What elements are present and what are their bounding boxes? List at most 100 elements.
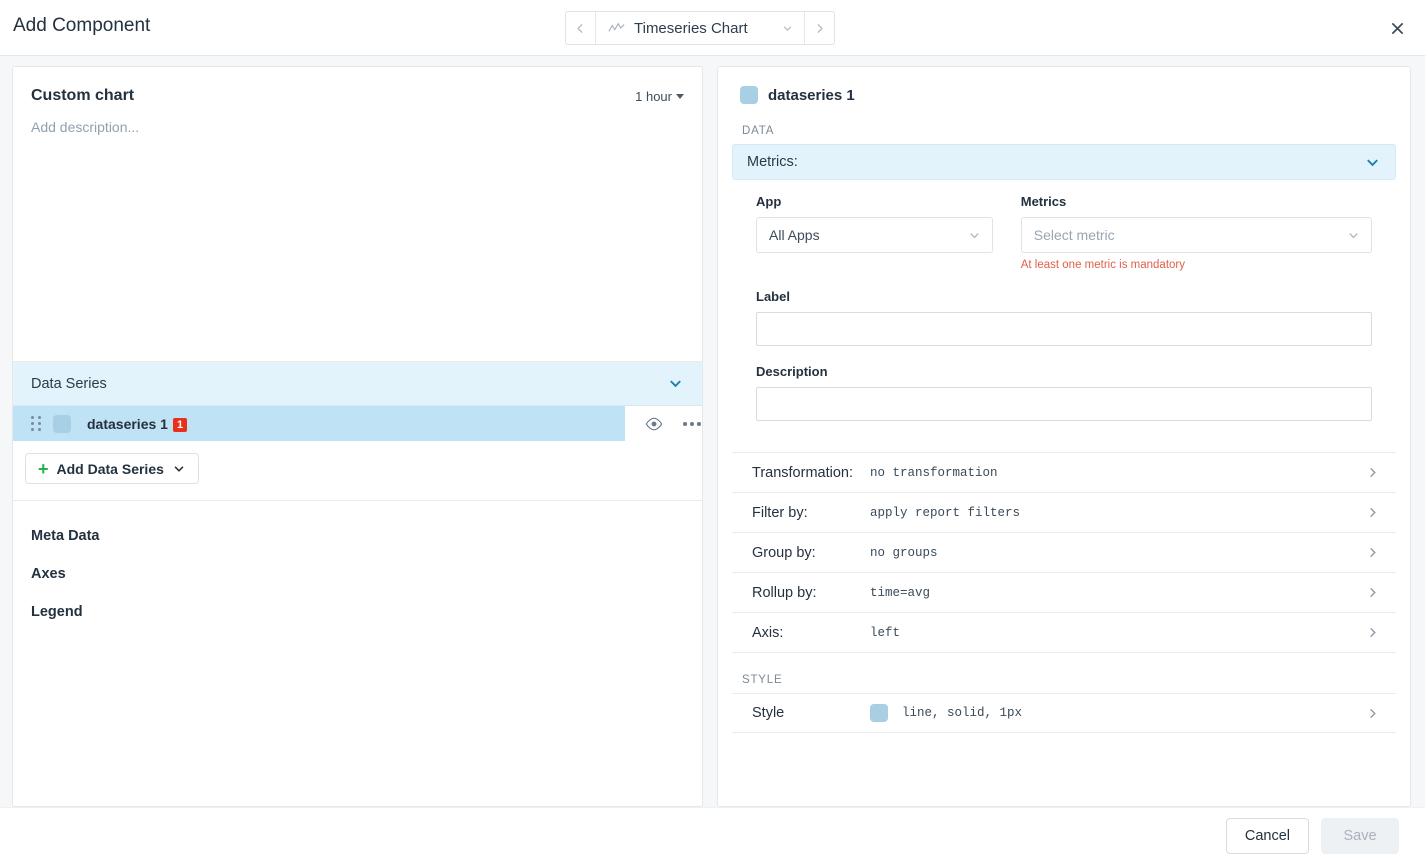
property-row-group-by[interactable]: Group by: no groups xyxy=(732,533,1396,573)
style-row[interactable]: Style line, solid, 1px xyxy=(732,693,1396,733)
more-options-icon[interactable] xyxy=(683,421,701,426)
metric-validation-message: At least one metric is mandatory xyxy=(1020,259,1185,271)
series-color-swatch[interactable] xyxy=(53,414,71,433)
chevron-right-icon xyxy=(1370,467,1376,478)
left-panel: Custom chart 1 hour Add description... D… xyxy=(12,66,703,807)
app-field: App All Apps xyxy=(756,194,993,271)
property-row-rollup-by[interactable]: Rollup by: time=avg xyxy=(732,573,1396,613)
label-field-label: Label xyxy=(756,289,790,304)
property-value: no transformation xyxy=(870,465,998,480)
chevron-down-icon xyxy=(676,94,684,99)
data-series-item-actions xyxy=(645,415,701,433)
next-chart-type-button[interactable] xyxy=(804,12,834,44)
metric-select-placeholder: Select metric xyxy=(1033,227,1115,243)
metric-select[interactable]: Select metric xyxy=(1020,217,1372,253)
chart-title: Custom chart xyxy=(31,87,135,104)
sidebar-item-meta-data[interactable]: Meta Data xyxy=(13,517,702,555)
save-button[interactable]: Save xyxy=(1321,817,1399,854)
time-range-selector[interactable]: 1 hour xyxy=(635,89,684,104)
property-key: Group by: xyxy=(752,544,816,561)
metrics-accordion-header[interactable]: Metrics: xyxy=(732,144,1396,180)
metric-field: Metrics Select metric At least one metri… xyxy=(1020,194,1372,271)
chevron-down-icon xyxy=(1367,158,1378,166)
label-input[interactable] xyxy=(756,312,1372,346)
description-input[interactable] xyxy=(756,387,1372,421)
cancel-button[interactable]: Cancel xyxy=(1225,817,1309,854)
metrics-panel: App All Apps Metrics Select metric At le… xyxy=(732,180,1396,421)
chart-description-input[interactable]: Add description... xyxy=(31,119,684,135)
app-select-value: All Apps xyxy=(769,227,820,243)
chevron-down-icon xyxy=(783,25,792,31)
plus-icon: + xyxy=(38,458,49,479)
titlebar: Add Component Timeseries Chart xyxy=(0,0,1425,56)
app-field-label: App xyxy=(756,194,782,209)
series-color-swatch[interactable] xyxy=(740,86,758,104)
property-key: Filter by: xyxy=(752,504,808,521)
app-metric-row: App All Apps Metrics Select metric At le… xyxy=(756,194,1372,271)
style-value: line, solid, 1px xyxy=(902,706,1023,720)
detail-header: dataseries 1 xyxy=(740,86,1396,104)
time-range-label: 1 hour xyxy=(635,89,672,104)
left-nav-list: Meta Data Axes Legend xyxy=(13,501,702,631)
add-data-series-label: Add Data Series xyxy=(56,460,164,477)
chevron-down-icon xyxy=(1349,232,1358,238)
add-data-series-button[interactable]: + Add Data Series xyxy=(25,453,199,484)
timeseries-chart-icon xyxy=(608,22,625,32)
style-color-swatch[interactable] xyxy=(870,704,888,722)
data-series-section: Data Series dataseries 11 + Add Data Ser… xyxy=(13,362,702,501)
description-field-label: Description xyxy=(756,364,828,379)
data-series-header-label: Data Series xyxy=(31,375,107,392)
close-icon xyxy=(1391,22,1403,34)
data-series-item-selected[interactable]: dataseries 11 xyxy=(13,406,625,441)
metrics-accordion-label: Metrics: xyxy=(747,154,798,170)
property-value: left xyxy=(870,625,901,640)
detail-title: dataseries 1 xyxy=(768,86,855,104)
data-series-list: dataseries 11 xyxy=(13,406,702,441)
dialog-footer: Cancel Save xyxy=(0,807,1425,863)
property-value: apply report filters xyxy=(870,505,1021,520)
chevron-right-icon xyxy=(817,23,823,33)
property-key: Rollup by: xyxy=(752,584,817,601)
property-value: time=avg xyxy=(870,585,931,600)
style-section-label: STYLE xyxy=(742,674,783,686)
chevron-left-icon xyxy=(577,23,583,33)
data-series-item-label: dataseries 11 xyxy=(87,416,188,432)
drag-handle-icon[interactable] xyxy=(25,416,47,431)
chevron-right-icon xyxy=(1370,627,1376,638)
app-select[interactable]: All Apps xyxy=(756,217,993,253)
properties-list: Transformation: no transformation Filter… xyxy=(732,452,1396,653)
chart-type-switcher[interactable]: Timeseries Chart xyxy=(565,11,835,45)
chevron-right-icon xyxy=(1370,708,1376,718)
sidebar-item-legend[interactable]: Legend xyxy=(13,593,702,631)
eye-icon[interactable] xyxy=(645,415,663,433)
property-value: no groups xyxy=(870,545,938,560)
chevron-down-icon xyxy=(969,232,979,238)
property-row-filter-by[interactable]: Filter by: apply report filters xyxy=(732,493,1396,533)
sidebar-item-axes[interactable]: Axes xyxy=(13,555,702,593)
property-row-axis[interactable]: Axis: left xyxy=(732,613,1396,653)
list-item[interactable]: dataseries 11 xyxy=(13,406,702,441)
detail-panel: dataseries 1 DATA Metrics: App All Apps xyxy=(717,66,1411,807)
data-section-label: DATA xyxy=(742,125,775,137)
data-series-header[interactable]: Data Series xyxy=(13,362,702,406)
metrics-field-label: Metrics xyxy=(1020,194,1067,209)
chevron-right-icon xyxy=(1370,507,1376,518)
property-row-transformation[interactable]: Transformation: no transformation xyxy=(732,453,1396,493)
chart-type-label: Timeseries Chart xyxy=(634,19,748,37)
chevron-right-icon xyxy=(1370,547,1376,558)
chart-type-select[interactable]: Timeseries Chart xyxy=(596,12,804,44)
chevron-down-icon xyxy=(670,380,681,388)
dialog-body: Custom chart 1 hour Add description... D… xyxy=(0,56,1425,807)
chart-preview: Custom chart 1 hour Add description... xyxy=(13,67,702,362)
style-key: Style xyxy=(752,705,785,721)
label-field: Label xyxy=(756,289,1372,346)
chevron-right-icon xyxy=(1370,587,1376,598)
property-key: Transformation: xyxy=(752,464,853,481)
property-key: Axis: xyxy=(752,624,784,641)
page-title: Add Component xyxy=(13,15,151,36)
previous-chart-type-button[interactable] xyxy=(566,12,596,44)
description-field: Description xyxy=(756,364,1372,421)
chevron-down-icon xyxy=(174,465,184,472)
close-button[interactable] xyxy=(1385,16,1409,40)
error-count-badge: 1 xyxy=(172,417,188,432)
